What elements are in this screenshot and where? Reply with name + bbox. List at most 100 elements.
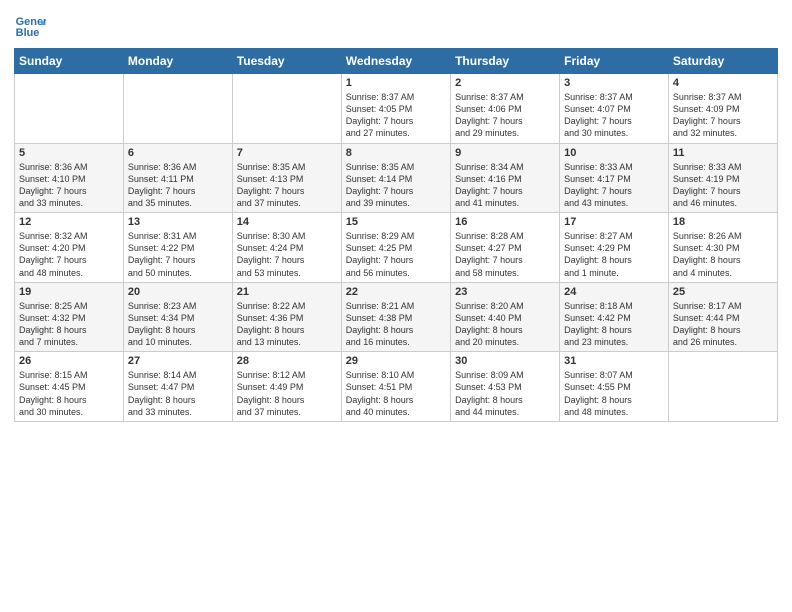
calendar-cell: 6 Sunrise: 8:36 AMSunset: 4:11 PMDaylight… bbox=[123, 143, 232, 213]
day-content: Sunrise: 8:29 AMSunset: 4:25 PMDaylight:… bbox=[346, 230, 446, 279]
day-number: 31 bbox=[564, 355, 664, 367]
day-number: 4 bbox=[673, 77, 773, 89]
calendar-cell bbox=[123, 74, 232, 144]
day-content: Sunrise: 8:18 AMSunset: 4:42 PMDaylight:… bbox=[564, 300, 664, 349]
day-content: Sunrise: 8:33 AMSunset: 4:19 PMDaylight:… bbox=[673, 161, 773, 210]
calendar-week-5: 26Sunrise: 8:15 AMSunset: 4:45 PMDayligh… bbox=[15, 352, 778, 422]
col-header-tuesday: Tuesday bbox=[232, 49, 341, 74]
day-number: 17 bbox=[564, 216, 664, 228]
col-header-wednesday: Wednesday bbox=[341, 49, 450, 74]
calendar-cell bbox=[15, 74, 124, 144]
logo: General Blue bbox=[14, 10, 46, 42]
calendar-cell: 10 Sunrise: 8:33 AMSunset: 4:17 PMDayligh… bbox=[560, 143, 669, 213]
day-content: Sunrise: 8:37 AMSunset: 4:05 PMDaylight:… bbox=[346, 91, 446, 140]
calendar-cell bbox=[232, 74, 341, 144]
calendar-cell: 5 Sunrise: 8:36 AMSunset: 4:10 PMDaylight… bbox=[15, 143, 124, 213]
day-number: 1 bbox=[346, 77, 446, 89]
day-number: 25 bbox=[673, 286, 773, 298]
calendar-cell: 11 Sunrise: 8:33 AMSunset: 4:19 PMDayligh… bbox=[668, 143, 777, 213]
svg-text:Blue: Blue bbox=[16, 27, 40, 39]
day-content: Sunrise: 8:23 AMSunset: 4:34 PMDaylight:… bbox=[128, 300, 228, 349]
calendar-cell: 14 Sunrise: 8:30 AMSunset: 4:24 PMDayligh… bbox=[232, 213, 341, 283]
day-number: 30 bbox=[455, 355, 555, 367]
calendar-cell: 13Sunrise: 8:31 AMSunset: 4:22 PMDayligh… bbox=[123, 213, 232, 283]
calendar-cell: 8Sunrise: 8:35 AMSunset: 4:14 PMDaylight… bbox=[341, 143, 450, 213]
day-number: 5 bbox=[19, 147, 119, 159]
calendar-week-3: 12 Sunrise: 8:32 AMSunset: 4:20 PMDayligh… bbox=[15, 213, 778, 283]
col-header-sunday: Sunday bbox=[15, 49, 124, 74]
calendar-cell: 31 Sunrise: 8:07 AMSunset: 4:55 PMDayligh… bbox=[560, 352, 669, 422]
calendar-cell: 21 Sunrise: 8:22 AMSunset: 4:36 PMDayligh… bbox=[232, 282, 341, 352]
calendar-cell: 7 Sunrise: 8:35 AMSunset: 4:13 PMDaylight… bbox=[232, 143, 341, 213]
day-content: Sunrise: 8:28 AMSunset: 4:27 PMDaylight:… bbox=[455, 230, 555, 279]
calendar-cell: 3 Sunrise: 8:37 AMSunset: 4:07 PMDaylight… bbox=[560, 74, 669, 144]
header-row: SundayMondayTuesdayWednesdayThursdayFrid… bbox=[15, 49, 778, 74]
day-content: Sunrise: 8:27 AMSunset: 4:29 PMDaylight:… bbox=[564, 230, 664, 279]
day-content: Sunrise: 8:37 AMSunset: 4:06 PMDaylight:… bbox=[455, 91, 555, 140]
calendar-cell bbox=[668, 352, 777, 422]
day-number: 3 bbox=[564, 77, 664, 89]
calendar-cell: 24Sunrise: 8:18 AMSunset: 4:42 PMDayligh… bbox=[560, 282, 669, 352]
day-content: Sunrise: 8:21 AMSunset: 4:38 PMDaylight:… bbox=[346, 300, 446, 349]
day-number: 29 bbox=[346, 355, 446, 367]
calendar-cell: 23Sunrise: 8:20 AMSunset: 4:40 PMDayligh… bbox=[451, 282, 560, 352]
day-content: Sunrise: 8:12 AMSunset: 4:49 PMDaylight:… bbox=[237, 369, 337, 418]
calendar-cell: 17 Sunrise: 8:27 AMSunset: 4:29 PMDayligh… bbox=[560, 213, 669, 283]
day-content: Sunrise: 8:17 AMSunset: 4:44 PMDaylight:… bbox=[673, 300, 773, 349]
header: General Blue bbox=[14, 10, 778, 42]
calendar-cell: 26Sunrise: 8:15 AMSunset: 4:45 PMDayligh… bbox=[15, 352, 124, 422]
day-content: Sunrise: 8:33 AMSunset: 4:17 PMDaylight:… bbox=[564, 161, 664, 210]
calendar-cell: 22 Sunrise: 8:21 AMSunset: 4:38 PMDayligh… bbox=[341, 282, 450, 352]
day-number: 14 bbox=[237, 216, 337, 228]
calendar-week-4: 19 Sunrise: 8:25 AMSunset: 4:32 PMDayligh… bbox=[15, 282, 778, 352]
day-number: 15 bbox=[346, 216, 446, 228]
col-header-friday: Friday bbox=[560, 49, 669, 74]
day-number: 20 bbox=[128, 286, 228, 298]
calendar-week-2: 5 Sunrise: 8:36 AMSunset: 4:10 PMDaylight… bbox=[15, 143, 778, 213]
col-header-monday: Monday bbox=[123, 49, 232, 74]
calendar-cell: 29 Sunrise: 8:10 AMSunset: 4:51 PMDayligh… bbox=[341, 352, 450, 422]
day-number: 23 bbox=[455, 286, 555, 298]
calendar-cell: 20 Sunrise: 8:23 AMSunset: 4:34 PMDayligh… bbox=[123, 282, 232, 352]
day-content: Sunrise: 8:30 AMSunset: 4:24 PMDaylight:… bbox=[237, 230, 337, 279]
day-number: 21 bbox=[237, 286, 337, 298]
calendar-cell: 30 Sunrise: 8:09 AMSunset: 4:53 PMDayligh… bbox=[451, 352, 560, 422]
day-number: 27 bbox=[128, 355, 228, 367]
calendar-cell: 12 Sunrise: 8:32 AMSunset: 4:20 PMDayligh… bbox=[15, 213, 124, 283]
day-number: 6 bbox=[128, 147, 228, 159]
day-number: 7 bbox=[237, 147, 337, 159]
day-number: 16 bbox=[455, 216, 555, 228]
day-number: 19 bbox=[19, 286, 119, 298]
day-number: 2 bbox=[455, 77, 555, 89]
page: General Blue SundayMondayTuesdayWednesda… bbox=[0, 0, 792, 612]
day-content: Sunrise: 8:32 AMSunset: 4:20 PMDaylight:… bbox=[19, 230, 119, 279]
day-content: Sunrise: 8:09 AMSunset: 4:53 PMDaylight:… bbox=[455, 369, 555, 418]
calendar-cell: 9Sunrise: 8:34 AMSunset: 4:16 PMDaylight… bbox=[451, 143, 560, 213]
day-number: 28 bbox=[237, 355, 337, 367]
day-content: Sunrise: 8:35 AMSunset: 4:13 PMDaylight:… bbox=[237, 161, 337, 210]
calendar-cell: 27 Sunrise: 8:14 AMSunset: 4:47 PMDayligh… bbox=[123, 352, 232, 422]
calendar-cell: 25 Sunrise: 8:17 AMSunset: 4:44 PMDayligh… bbox=[668, 282, 777, 352]
day-content: Sunrise: 8:31 AMSunset: 4:22 PMDaylight:… bbox=[128, 230, 228, 279]
day-number: 11 bbox=[673, 147, 773, 159]
day-content: Sunrise: 8:22 AMSunset: 4:36 PMDaylight:… bbox=[237, 300, 337, 349]
day-number: 12 bbox=[19, 216, 119, 228]
day-content: Sunrise: 8:37 AMSunset: 4:09 PMDaylight:… bbox=[673, 91, 773, 140]
day-content: Sunrise: 8:14 AMSunset: 4:47 PMDaylight:… bbox=[128, 369, 228, 418]
day-content: Sunrise: 8:25 AMSunset: 4:32 PMDaylight:… bbox=[19, 300, 119, 349]
day-content: Sunrise: 8:34 AMSunset: 4:16 PMDaylight:… bbox=[455, 161, 555, 210]
day-content: Sunrise: 8:07 AMSunset: 4:55 PMDaylight:… bbox=[564, 369, 664, 418]
day-content: Sunrise: 8:10 AMSunset: 4:51 PMDaylight:… bbox=[346, 369, 446, 418]
day-content: Sunrise: 8:37 AMSunset: 4:07 PMDaylight:… bbox=[564, 91, 664, 140]
calendar-week-1: 1 Sunrise: 8:37 AMSunset: 4:05 PMDaylight… bbox=[15, 74, 778, 144]
day-content: Sunrise: 8:26 AMSunset: 4:30 PMDaylight:… bbox=[673, 230, 773, 279]
day-content: Sunrise: 8:36 AMSunset: 4:11 PMDaylight:… bbox=[128, 161, 228, 210]
day-number: 22 bbox=[346, 286, 446, 298]
calendar-cell: 4 Sunrise: 8:37 AMSunset: 4:09 PMDaylight… bbox=[668, 74, 777, 144]
day-number: 10 bbox=[564, 147, 664, 159]
calendar-cell: 1 Sunrise: 8:37 AMSunset: 4:05 PMDaylight… bbox=[341, 74, 450, 144]
day-content: Sunrise: 8:36 AMSunset: 4:10 PMDaylight:… bbox=[19, 161, 119, 210]
day-number: 26 bbox=[19, 355, 119, 367]
calendar-cell: 18Sunrise: 8:26 AMSunset: 4:30 PMDayligh… bbox=[668, 213, 777, 283]
calendar-cell: 2 Sunrise: 8:37 AMSunset: 4:06 PMDaylight… bbox=[451, 74, 560, 144]
